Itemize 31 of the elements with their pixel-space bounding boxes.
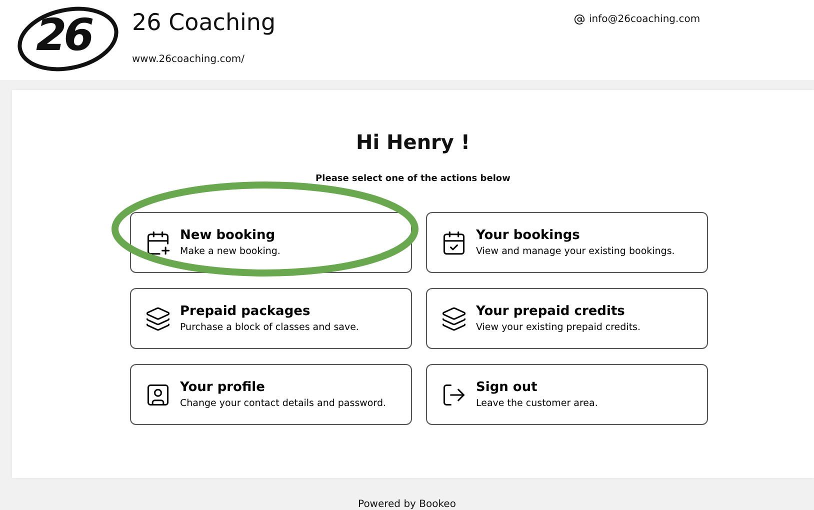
action-description: View and manage your existing bookings. [476,246,675,257]
footer-text: Powered by Bookeo [357,499,457,510]
layers-icon [441,306,467,332]
logo-text: 26 [36,10,92,61]
action-title: Your prepaid credits [476,304,626,319]
action-title: Sign out [476,380,538,395]
action-card[interactable]: Sign out Leave the customer area. [426,364,708,425]
action-card[interactable]: Your bookings View and manage your existing bookings. [426,212,708,273]
user-icon [145,382,171,408]
action-description: Make a new booking. [180,246,280,257]
calendar-icon [441,230,467,256]
action-card[interactable]: Prepaid packages Purchase a block of classes and save. [130,288,412,349]
action-title: Prepaid packages [180,304,312,319]
action-title: Your profile [180,380,266,395]
action-title: Your bookings [476,228,581,243]
greeting: Hi Henry ! [356,130,470,154]
sign-out-icon [441,382,467,408]
email-link[interactable]: info@26coaching.com [589,14,700,25]
instruction-text: Please select one of the actions below [316,174,510,184]
site-name: 26 Coaching [132,10,277,36]
action-description: Purchase a block of classes and save. [180,322,359,333]
action-description: Leave the customer area. [476,398,598,409]
email-icon [574,14,585,25]
action-card[interactable]: Your profile Change your contact details and password. [130,364,412,425]
action-title: New booking [180,228,276,243]
action-description: Change your contact details and password. [180,398,386,409]
action-card[interactable]: Your prepaid credits View your existing prepaid credits. [426,288,708,349]
logo-ring-icon [16,6,120,72]
site-url[interactable]: www.26coaching.com/ [132,54,552,65]
action-description: View your existing prepaid credits. [476,322,641,333]
calendar-plus-icon [145,230,171,256]
